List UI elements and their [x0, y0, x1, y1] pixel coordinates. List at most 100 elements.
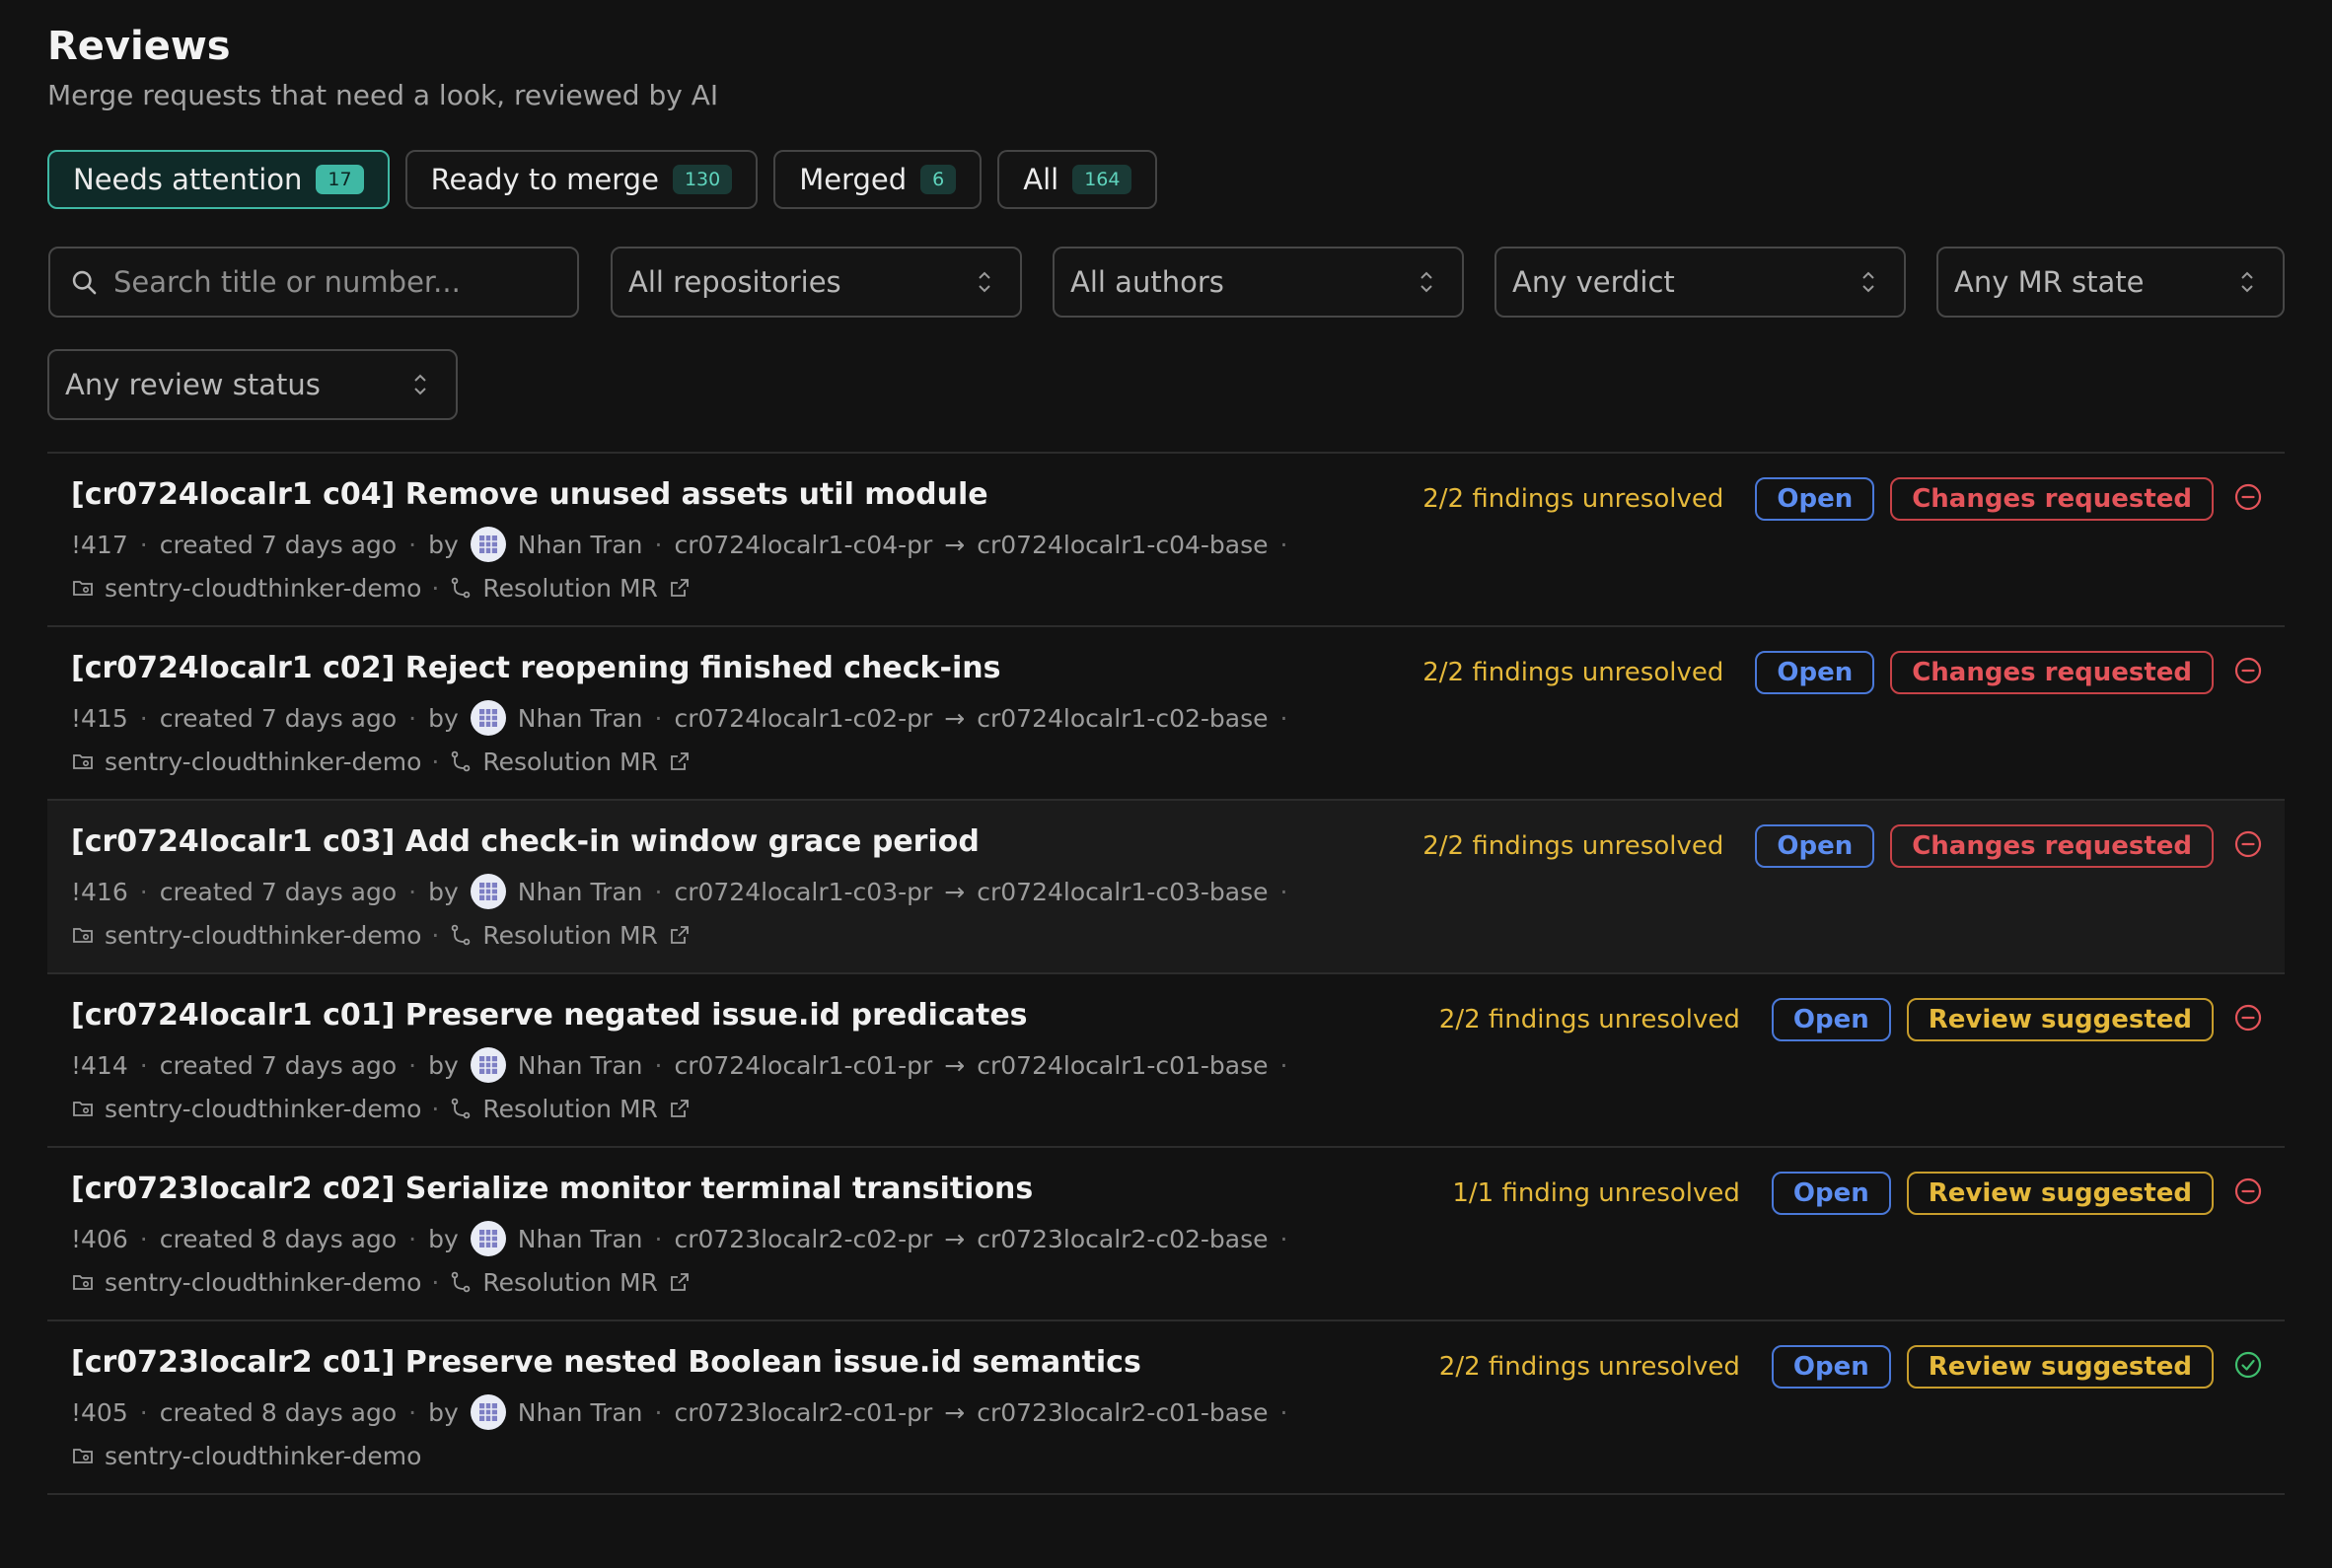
merge-request-icon [452, 1098, 471, 1119]
separator-dot: · [139, 1224, 148, 1253]
review-title[interactable]: [cr0724localr1 c04] Remove unused assets… [71, 477, 988, 512]
minus-circle-icon[interactable] [2233, 656, 2263, 685]
search-input[interactable]: Search title or number... [48, 247, 579, 318]
repository-icon [73, 1102, 93, 1116]
by-label: by [428, 703, 459, 733]
check-circle-icon[interactable] [2229, 1350, 2263, 1384]
minus-circle-icon[interactable] [2233, 1003, 2263, 1033]
tab-count-badge: 6 [920, 165, 957, 194]
tab-merged[interactable]: Merged 6 [773, 150, 983, 209]
resolution-mr-group[interactable]: · Resolution MR [431, 574, 691, 603]
chevron-up-down-icon [1862, 271, 1874, 293]
review-row[interactable]: [cr0724localr1 c03] Add check-in window … [47, 801, 2285, 974]
review-title[interactable]: [cr0723localr2 c02] Serialize monitor te… [71, 1172, 1033, 1206]
tab-ready-to-merge[interactable]: Ready to merge 130 [404, 150, 759, 209]
review-meta: !417 · created 7 days ago · by Nhan Tran… [71, 525, 1287, 564]
resolution-mr-link[interactable]: Resolution MR [482, 921, 658, 950]
separator-dot: · [408, 1224, 417, 1253]
review-meta-secondary: sentry-cloudthinker-demo · Resolution MR [71, 917, 692, 953]
review-title[interactable]: [cr0724localr1 c03] Add check-in window … [71, 824, 980, 859]
author-select-value: All authors [1070, 265, 1224, 299]
review-row[interactable]: [cr0724localr1 c04] Remove unused assets… [47, 454, 2285, 627]
resolution-mr-group[interactable]: · Resolution MR [431, 748, 691, 776]
tab-needs-attention[interactable]: Needs attention 17 [47, 150, 390, 209]
tab-count-badge: 130 [672, 165, 733, 194]
minus-circle-icon[interactable] [2229, 829, 2263, 863]
repository-select[interactable]: All repositories [611, 247, 1022, 318]
separator-dot: · [431, 1094, 440, 1123]
author-name[interactable]: Nhan Tran [518, 1225, 643, 1253]
separator-dot: · [139, 530, 148, 559]
avatar-pattern-icon [478, 709, 497, 727]
avatar-pattern-icon [478, 535, 497, 553]
repository-name[interactable]: sentry-cloudthinker-demo [105, 748, 421, 776]
repository-name[interactable]: sentry-cloudthinker-demo [105, 1268, 421, 1297]
review-meta-secondary: sentry-cloudthinker-demo · Resolution MR [71, 1264, 692, 1300]
findings-count: 1/1 finding unresolved [1452, 1178, 1740, 1208]
verdict-badge: Review suggested [1906, 998, 2214, 1041]
minus-circle-icon[interactable] [2229, 656, 2263, 689]
review-status-select[interactable]: Any review status [47, 349, 458, 420]
separator-dot: · [408, 877, 417, 906]
author-name[interactable]: Nhan Tran [518, 878, 643, 906]
review-title[interactable]: [cr0723localr2 c01] Preserve nested Bool… [71, 1345, 1141, 1380]
mr-state-badge: Open [1771, 1345, 1891, 1389]
tab-all[interactable]: All 164 [997, 150, 1158, 209]
resolution-mr-group[interactable]: · Resolution MR [431, 1095, 691, 1123]
separator-dot: · [654, 703, 663, 733]
arrow-right-icon: → [944, 530, 966, 559]
separator-dot: · [654, 1224, 663, 1253]
check-circle-icon[interactable] [2233, 1350, 2263, 1380]
source-branch: cr0723localr2-c01-pr [674, 1397, 933, 1427]
review-row[interactable]: [cr0723localr2 c01] Preserve nested Bool… [47, 1321, 2285, 1495]
minus-circle-icon[interactable] [2233, 482, 2263, 512]
minus-circle-icon[interactable] [2229, 482, 2263, 516]
findings-count: 2/2 findings unresolved [1438, 1352, 1740, 1382]
review-title[interactable]: [cr0724localr1 c02] Reject reopening fin… [71, 651, 1000, 685]
review-row[interactable]: [cr0723localr2 c02] Serialize monitor te… [47, 1148, 2285, 1321]
author-name[interactable]: Nhan Tran [518, 531, 643, 559]
arrow-right-icon: → [944, 877, 966, 906]
author-name[interactable]: Nhan Tran [518, 1051, 643, 1080]
resolution-mr-link[interactable]: Resolution MR [482, 748, 658, 776]
source-branch: cr0724localr1-c02-pr [674, 703, 933, 733]
repository-icon [73, 928, 93, 943]
avatar [470, 1394, 506, 1430]
minus-circle-icon[interactable] [2229, 1176, 2263, 1210]
minus-circle-icon[interactable] [2233, 1176, 2263, 1206]
separator-dot: · [1279, 703, 1288, 733]
resolution-mr-link[interactable]: Resolution MR [482, 1095, 658, 1123]
review-meta-secondary: sentry-cloudthinker-demo · Resolution MR [71, 744, 692, 779]
minus-circle-icon[interactable] [2229, 1003, 2263, 1036]
avatar [470, 527, 506, 562]
repository-name[interactable]: sentry-cloudthinker-demo [105, 1442, 421, 1470]
review-title[interactable]: [cr0724localr1 c01] Preserve negated iss… [71, 998, 1028, 1033]
author-name[interactable]: Nhan Tran [518, 704, 643, 733]
source-branch: cr0724localr1-c04-pr [674, 530, 933, 559]
author-name[interactable]: Nhan Tran [518, 1398, 643, 1427]
created-time: created 8 days ago [159, 1397, 398, 1427]
resolution-mr-link[interactable]: Resolution MR [482, 574, 658, 603]
mr-state-select[interactable]: Any MR state [1936, 247, 2285, 318]
repository-name[interactable]: sentry-cloudthinker-demo [105, 574, 421, 603]
repository-name[interactable]: sentry-cloudthinker-demo [105, 921, 421, 950]
chevron-up-down-icon [414, 374, 426, 395]
resolution-mr-group[interactable]: · Resolution MR [431, 921, 691, 950]
search-icon [72, 270, 97, 295]
verdict-select[interactable]: Any verdict [1494, 247, 1906, 318]
separator-dot: · [139, 1050, 148, 1080]
mr-number: !417 [71, 530, 128, 559]
separator-dot: · [431, 920, 440, 950]
review-meta-secondary: sentry-cloudthinker-demo · Resolution MR [71, 570, 692, 606]
mr-state-badge: Open [1755, 477, 1875, 521]
author-select[interactable]: All authors [1053, 247, 1464, 318]
review-status-group: 2/2 findings unresolved Open Review sugg… [1439, 998, 2263, 1041]
review-meta-secondary: sentry-cloudthinker-demo [71, 1438, 421, 1473]
resolution-mr-group[interactable]: · Resolution MR [431, 1268, 691, 1297]
review-row[interactable]: [cr0724localr1 c02] Reject reopening fin… [47, 627, 2285, 801]
minus-circle-icon[interactable] [2233, 829, 2263, 859]
repository-name[interactable]: sentry-cloudthinker-demo [105, 1095, 421, 1123]
review-row[interactable]: [cr0724localr1 c01] Preserve negated iss… [47, 974, 2285, 1148]
review-status-select-value: Any review status [65, 368, 321, 401]
resolution-mr-link[interactable]: Resolution MR [482, 1268, 658, 1297]
